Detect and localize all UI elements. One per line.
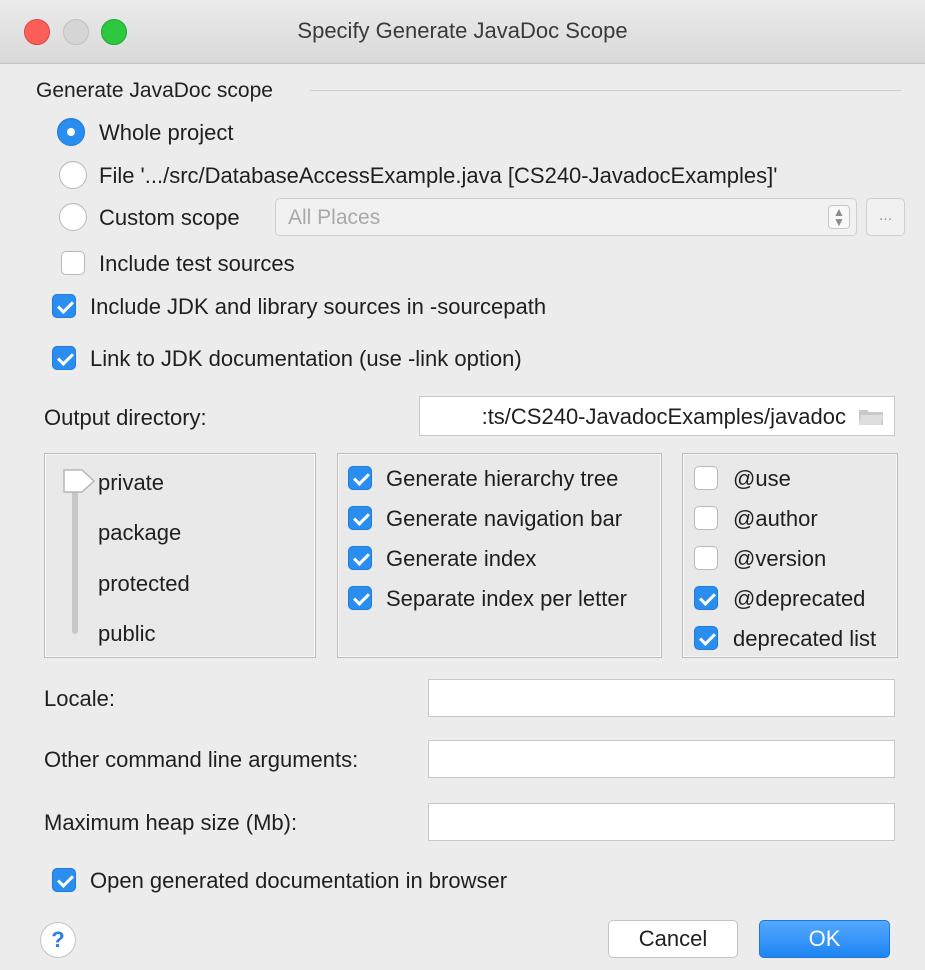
heap-size-label: Maximum heap size (Mb):	[44, 810, 298, 835]
scope-section-label: Generate JavaDoc scope	[36, 79, 273, 102]
tag-version-label[interactable]: @version	[733, 546, 826, 572]
visibility-slider-thumb[interactable]	[62, 468, 96, 494]
folder-icon[interactable]	[858, 408, 884, 426]
open-in-browser-checkbox[interactable]	[52, 868, 76, 892]
whole-project-label[interactable]: Whole project	[99, 120, 234, 146]
visibility-protected[interactable]: protected	[98, 571, 190, 597]
other-args-input[interactable]	[428, 740, 895, 778]
up-down-chevron-icon: ▲ ▼	[828, 205, 850, 229]
locale-label: Locale:	[44, 686, 115, 711]
dialog-window: Specify Generate JavaDoc Scope Generate …	[0, 0, 925, 970]
file-radio[interactable]	[59, 161, 87, 189]
link-jdk-label[interactable]: Link to JDK documentation (use -link opt…	[90, 346, 522, 372]
generate-hierarchy-tree-checkbox[interactable]	[348, 466, 372, 490]
include-test-sources-checkbox[interactable]	[61, 251, 85, 275]
tag-use-checkbox[interactable]	[694, 466, 718, 490]
output-directory-value: :ts/CS240-JavadocExamples/javadoc	[481, 404, 846, 429]
scope-section-divider	[310, 90, 901, 91]
output-directory-label: Output directory:	[44, 405, 207, 430]
generate-hierarchy-tree-label[interactable]: Generate hierarchy tree	[386, 466, 618, 492]
separate-index-checkbox[interactable]	[348, 586, 372, 610]
tag-author-label[interactable]: @author	[733, 506, 818, 532]
deprecated-list-label[interactable]: deprecated list	[733, 626, 876, 652]
custom-scope-select[interactable]: All Places ▲ ▼	[275, 198, 857, 236]
generate-navigation-bar-label[interactable]: Generate navigation bar	[386, 506, 622, 532]
include-jdk-label[interactable]: Include JDK and library sources in -sour…	[90, 294, 546, 320]
separate-index-label[interactable]: Separate index per letter	[386, 586, 627, 612]
heap-size-input[interactable]	[428, 803, 895, 841]
other-args-label: Other command line arguments:	[44, 747, 359, 772]
title-bar[interactable]: Specify Generate JavaDoc Scope	[0, 0, 925, 64]
tag-version-checkbox[interactable]	[694, 546, 718, 570]
custom-scope-browse-button[interactable]: ...	[866, 198, 905, 236]
cancel-button[interactable]: Cancel	[608, 920, 738, 958]
custom-scope-value: All Places	[288, 206, 381, 229]
generate-index-label[interactable]: Generate index	[386, 546, 536, 572]
file-label[interactable]: File '.../src/DatabaseAccessExample.java…	[99, 163, 777, 189]
link-jdk-checkbox[interactable]	[52, 346, 76, 370]
visibility-package[interactable]: package	[98, 520, 181, 546]
visibility-public[interactable]: public	[98, 621, 155, 647]
open-in-browser-label[interactable]: Open generated documentation in browser	[90, 868, 507, 894]
include-test-sources-label[interactable]: Include test sources	[99, 251, 295, 277]
ok-button[interactable]: OK	[759, 920, 890, 958]
generate-index-checkbox[interactable]	[348, 546, 372, 570]
help-button[interactable]: ?	[40, 922, 76, 958]
output-directory-field[interactable]: :ts/CS240-JavadocExamples/javadoc	[419, 396, 895, 436]
tag-author-checkbox[interactable]	[694, 506, 718, 530]
generate-navigation-bar-checkbox[interactable]	[348, 506, 372, 530]
window-title: Specify Generate JavaDoc Scope	[297, 18, 628, 43]
custom-scope-label[interactable]: Custom scope	[99, 205, 240, 231]
locale-input[interactable]	[428, 679, 895, 717]
whole-project-radio[interactable]	[57, 118, 85, 146]
deprecated-list-checkbox[interactable]	[694, 626, 718, 650]
custom-scope-radio[interactable]	[59, 203, 87, 231]
tag-deprecated-checkbox[interactable]	[694, 586, 718, 610]
tag-use-label[interactable]: @use	[733, 466, 791, 492]
visibility-slider-track[interactable]	[72, 478, 78, 634]
visibility-private[interactable]: private	[98, 470, 164, 496]
include-jdk-checkbox[interactable]	[52, 294, 76, 318]
tag-deprecated-label[interactable]: @deprecated	[733, 586, 865, 612]
